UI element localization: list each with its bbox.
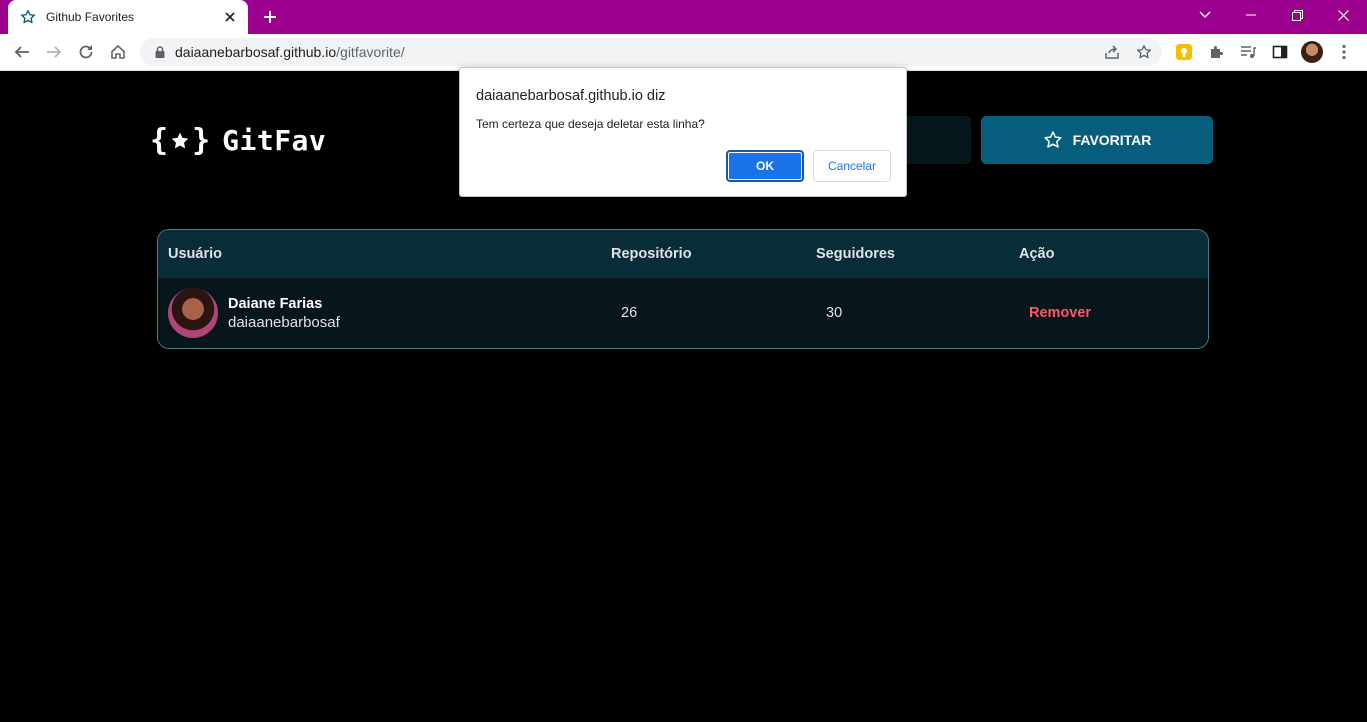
browser-titlebar: Github Favorites: [0, 0, 1367, 34]
back-arrow-icon[interactable]: [8, 38, 36, 66]
header-action: Ação: [1019, 246, 1055, 262]
profile-avatar-image: [1301, 41, 1323, 63]
user-name: Daiane Farias: [228, 296, 323, 312]
gitfav-logo: { } GitFav: [150, 123, 326, 158]
repositories-count: 26: [621, 305, 638, 321]
dialog-title: daiaanebarbosaf.github.io diz: [476, 88, 666, 104]
logo-brace-left: {: [150, 123, 169, 158]
dialog-message: Tem certeza que deseja deletar esta linh…: [476, 117, 705, 131]
url-text: daiaanebarbosaf.github.io/gitfavorite/: [175, 44, 405, 60]
user-avatar: [168, 288, 218, 338]
header-repositories: Repositório: [611, 246, 692, 262]
user-login: daiaanebarbosaf: [228, 314, 340, 331]
close-window-icon[interactable]: [1320, 0, 1366, 30]
logo-star-icon: [171, 132, 189, 148]
favorites-table: Usuário Repositório Seguidores Ação Daia…: [157, 229, 1209, 349]
lock-icon[interactable]: [153, 45, 167, 59]
browser-toolbar: daiaanebarbosaf.github.io/gitfavorite/: [0, 34, 1367, 71]
restore-icon[interactable]: [1274, 0, 1320, 30]
confirm-dialog: daiaanebarbosaf.github.io diz Tem certez…: [459, 67, 907, 197]
profile-avatar[interactable]: [1298, 38, 1326, 66]
logo-text: GitFav: [222, 124, 327, 157]
favorite-button-label: FAVORITAR: [1072, 132, 1152, 148]
logo-mark: { }: [150, 123, 210, 158]
logo-brace-right: }: [192, 123, 211, 158]
favorite-button[interactable]: FAVORITAR: [981, 116, 1213, 164]
table-row: Daiane Farias daiaanebarbosaf 26 30 Remo…: [158, 278, 1208, 348]
media-queue-icon[interactable]: [1234, 38, 1262, 66]
share-icon[interactable]: [1098, 38, 1126, 66]
browser-menu-icon[interactable]: [1330, 38, 1358, 66]
table-header: Usuário Repositório Seguidores Ação: [158, 230, 1208, 278]
url-host: daiaanebarbosaf.github.io: [175, 44, 337, 60]
side-panel-icon[interactable]: [1266, 38, 1294, 66]
reload-icon[interactable]: [72, 38, 100, 66]
browser-tab[interactable]: Github Favorites: [8, 0, 248, 34]
header-followers: Seguidores: [816, 246, 895, 262]
header-user: Usuário: [168, 246, 222, 262]
close-tab-icon[interactable]: [222, 9, 238, 25]
home-icon[interactable]: [104, 38, 132, 66]
new-tab-icon[interactable]: [258, 5, 282, 29]
forward-arrow-icon[interactable]: [40, 38, 68, 66]
tab-title: Github Favorites: [46, 10, 135, 24]
remove-button[interactable]: Remover: [1029, 305, 1091, 321]
extension-keep-icon[interactable]: [1170, 38, 1198, 66]
star-icon: [20, 9, 36, 25]
tab-search-chevron-icon[interactable]: [1182, 0, 1228, 30]
ok-button[interactable]: OK: [726, 150, 804, 182]
minimize-icon[interactable]: [1228, 0, 1274, 30]
bookmark-star-icon[interactable]: [1130, 38, 1158, 66]
extensions-puzzle-icon[interactable]: [1202, 38, 1230, 66]
star-icon: [1043, 130, 1063, 150]
followers-count: 30: [826, 305, 843, 321]
address-bar[interactable]: daiaanebarbosaf.github.io/gitfavorite/: [140, 38, 1162, 66]
cancel-button[interactable]: Cancelar: [813, 150, 891, 182]
url-path: /gitfavorite/: [336, 44, 405, 60]
